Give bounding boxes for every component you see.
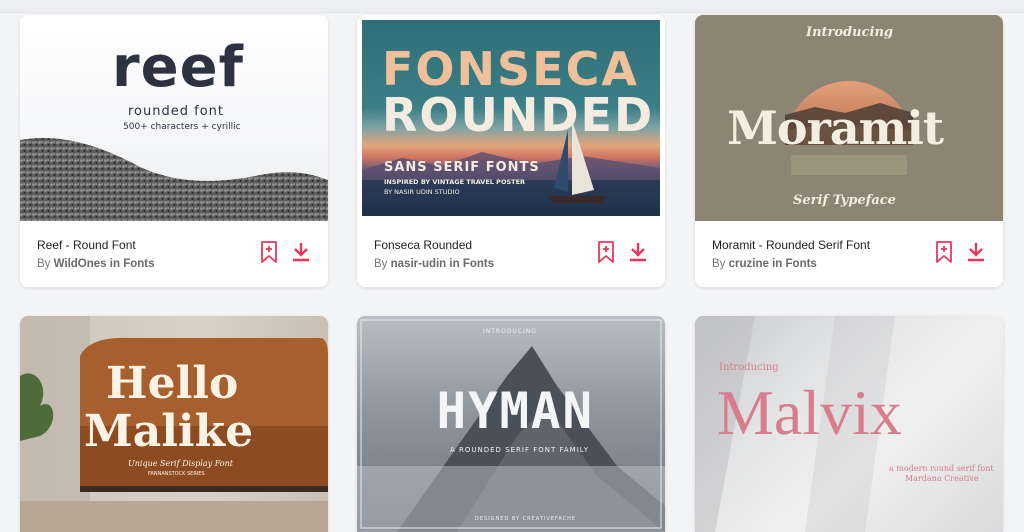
card-byline: By WildOnes in Fonts (37, 258, 155, 270)
card-title[interactable]: Fonseca Rounded (374, 238, 472, 252)
preview-sub3: BY NASIR UDIN STUDIO (384, 188, 460, 196)
byline-in: in (772, 258, 783, 270)
product-card-fonseca[interactable]: FONSECA ROUNDED SANS SERIF FONTS INSPIRE… (357, 15, 665, 287)
product-preview-reef[interactable]: reef rounded font 500+ characters + cyri… (20, 15, 328, 221)
preview-caption: 500+ characters + cyrillic (123, 122, 241, 132)
preview-foot: FANNANSTOCK SERIES (148, 471, 205, 477)
card-title[interactable]: Reef - Round Font (37, 238, 136, 252)
preview-sub2: INSPIRED BY VINTAGE TRAVEL POSTER (384, 178, 526, 186)
category-link[interactable]: Fonts (123, 258, 154, 270)
preview-title: HYMAN (436, 382, 594, 440)
bookmark-plus-icon (936, 241, 952, 263)
byline-in: in (449, 258, 460, 270)
product-preview-moramit[interactable]: Introducing Moramit Serif Typeface (695, 15, 1003, 221)
product-preview-fonseca[interactable]: FONSECA ROUNDED SANS SERIF FONTS INSPIRE… (357, 15, 665, 221)
preview-intro: Introducing (806, 25, 893, 40)
preview-title-line1: Hello (106, 358, 239, 409)
preview-subtitle: a modern round serif font (889, 464, 994, 473)
card-title[interactable]: Moramit - Rounded Serif Font (712, 238, 870, 252)
preview-title: Malvix (717, 377, 902, 448)
byline-prefix: By (374, 258, 388, 270)
product-preview-malvix[interactable]: Introducing Malvix a modern round serif … (695, 316, 1003, 532)
preview-intro: Introducing (719, 362, 779, 373)
product-card-hello-malike[interactable]: Hello Malike Unique Serif Display Font F… (20, 316, 328, 532)
preview-foot: DESIGNED BY CREATIVEFACHE (475, 516, 577, 522)
preview-subtitle: Unique Serif Display Font (128, 459, 233, 468)
bookmark-button[interactable] (258, 240, 280, 264)
product-card-hyman[interactable]: INTRODUCING HYMAN A ROUNDED SERIF FONT F… (357, 316, 665, 532)
author-link[interactable]: cruzine (729, 258, 769, 270)
byline-prefix: By (37, 258, 51, 270)
preview-subtitle: A ROUNDED SERIF FONT FAMILY (450, 446, 590, 454)
preview-title-line2: ROUNDED (382, 88, 655, 142)
author-link[interactable]: WildOnes (54, 258, 107, 270)
product-preview-hyman[interactable]: INTRODUCING HYMAN A ROUNDED SERIF FONT F… (357, 316, 665, 532)
card-info: Moramit - Rounded Serif Font By cruzine … (695, 221, 1003, 287)
preview-title: reef (112, 35, 244, 100)
card-info: Fonseca Rounded By nasir-udin in Fonts (357, 221, 665, 287)
download-icon (293, 243, 309, 262)
download-icon (630, 243, 646, 262)
preview-subtitle: Serif Typeface (793, 193, 896, 208)
card-byline: By cruzine in Fonts (712, 258, 817, 270)
download-icon (968, 243, 984, 262)
card-byline: By nasir-udin in Fonts (374, 258, 494, 270)
bookmark-plus-icon (261, 241, 277, 263)
preview-title: Moramit (727, 101, 944, 155)
preview-subtitle: rounded font (128, 104, 224, 119)
bookmark-plus-icon (598, 241, 614, 263)
category-link[interactable]: Fonts (463, 258, 494, 270)
top-bar (0, 0, 1024, 13)
preview-title-line2: Malike (84, 406, 254, 457)
bookmark-button[interactable] (933, 240, 955, 264)
download-button[interactable] (965, 240, 987, 264)
product-card-reef[interactable]: reef rounded font 500+ characters + cyri… (20, 15, 328, 287)
product-card-moramit[interactable]: Introducing Moramit Serif Typeface Moram… (695, 15, 1003, 287)
preview-intro: INTRODUCING (483, 328, 537, 335)
category-link[interactable]: Fonts (786, 258, 817, 270)
byline-prefix: By (712, 258, 726, 270)
product-card-malvix[interactable]: Introducing Malvix a modern round serif … (695, 316, 1003, 532)
product-preview-hello-malike[interactable]: Hello Malike Unique Serif Display Font F… (20, 316, 328, 532)
author-link[interactable]: nasir-udin (391, 258, 447, 270)
card-info: Reef - Round Font By WildOnes in Fonts (20, 221, 328, 287)
preview-caption: Mardana Creative (905, 474, 979, 483)
byline-in: in (109, 258, 120, 270)
download-button[interactable] (290, 240, 312, 264)
preview-sub1: SANS SERIF FONTS (384, 160, 540, 175)
poster-background: FONSECA ROUNDED SANS SERIF FONTS INSPIRE… (362, 20, 660, 216)
bookmark-button[interactable] (595, 240, 617, 264)
download-button[interactable] (627, 240, 649, 264)
